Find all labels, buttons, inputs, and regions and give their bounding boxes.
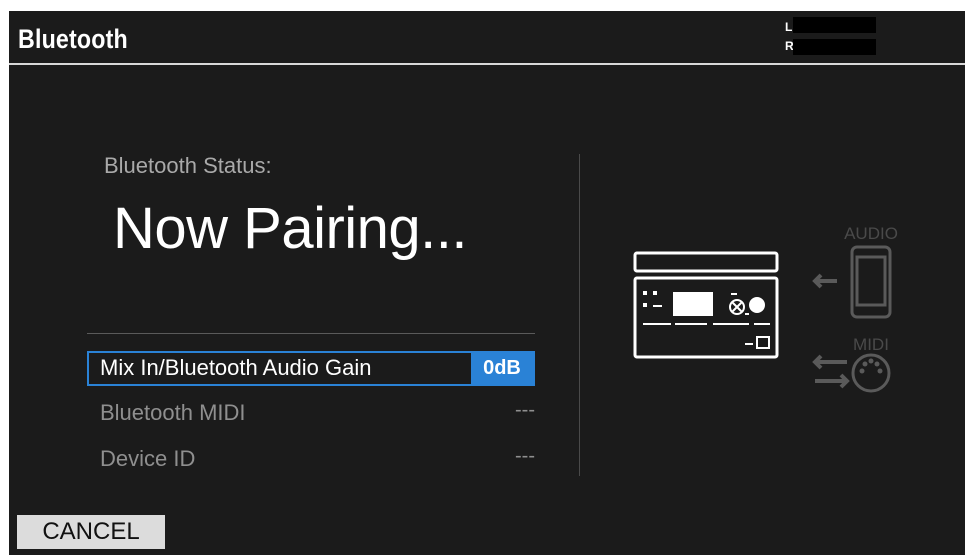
phone-icon <box>850 245 892 319</box>
param-label-bluetooth-midi: Bluetooth MIDI <box>100 400 246 425</box>
param-value-audio-gain[interactable]: 0dB <box>471 353 533 384</box>
param-row-bluetooth-midi[interactable]: Bluetooth MIDI --- <box>87 396 535 431</box>
param-label-device-id: Device ID <box>100 446 196 471</box>
status-label: Bluetooth Status: <box>104 153 272 178</box>
param-label-audio-gain: Mix In/Bluetooth Audio Gain <box>100 355 372 380</box>
param-row-device-id[interactable]: Device ID --- <box>87 442 535 477</box>
device-icon <box>633 251 779 359</box>
midi-label: MIDI <box>853 335 889 354</box>
cancel-button[interactable]: CANCEL <box>17 515 165 549</box>
audio-arrow-icon <box>812 273 837 289</box>
midi-arrows-icon <box>812 354 850 389</box>
meter-left-bar <box>793 17 876 33</box>
audio-label: AUDIO <box>844 224 898 243</box>
bluetooth-screen: Bluetooth L R Bluetooth Status: Now Pair… <box>9 11 965 555</box>
meter-left-label: L <box>785 20 793 34</box>
status-value: Now Pairing... <box>113 196 468 261</box>
meter-right-bar <box>793 39 876 55</box>
param-row-audio-gain[interactable]: Mix In/Bluetooth Audio Gain 0dB <box>87 351 535 386</box>
title-divider <box>9 63 965 65</box>
column-divider <box>579 154 580 476</box>
section-divider <box>87 333 535 334</box>
page-title: Bluetooth <box>18 24 128 54</box>
midi-port-icon <box>851 353 891 393</box>
param-value-bluetooth-midi: --- <box>515 399 535 421</box>
param-value-device-id: --- <box>515 445 535 467</box>
connection-diagram: AUDIO MIDI <box>633 224 898 393</box>
